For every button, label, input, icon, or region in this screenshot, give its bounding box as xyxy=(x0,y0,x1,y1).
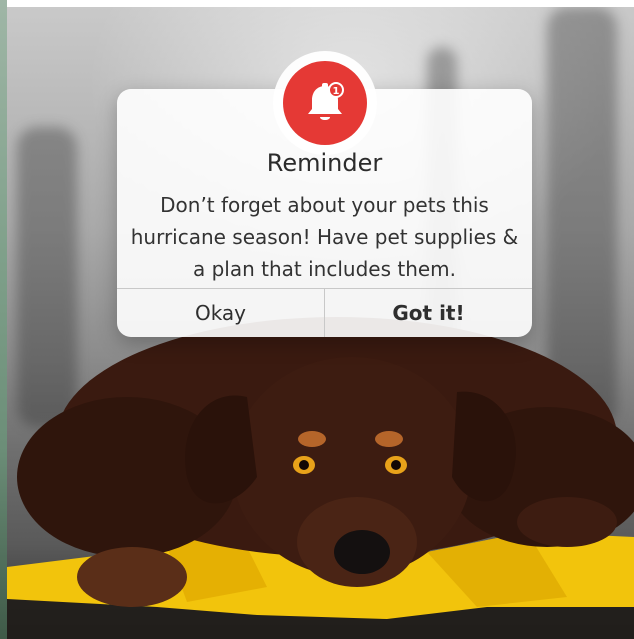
okay-button[interactable]: Okay xyxy=(117,289,324,337)
bell-icon-halo: 1 xyxy=(273,51,377,155)
top-border xyxy=(0,0,634,7)
bell-icon-circle: 1 xyxy=(283,61,367,145)
badge-count: 1 xyxy=(333,86,340,97)
left-border xyxy=(0,0,7,639)
reminder-dialog: 1 Reminder Don’t forget about your pets … xyxy=(117,51,532,337)
dialog-title: Reminder xyxy=(266,149,383,177)
bell-icon: 1 xyxy=(308,82,344,120)
dialog-message: Don’t forget about your pets this hurric… xyxy=(130,193,519,281)
got-it-button[interactable]: Got it! xyxy=(325,289,532,337)
